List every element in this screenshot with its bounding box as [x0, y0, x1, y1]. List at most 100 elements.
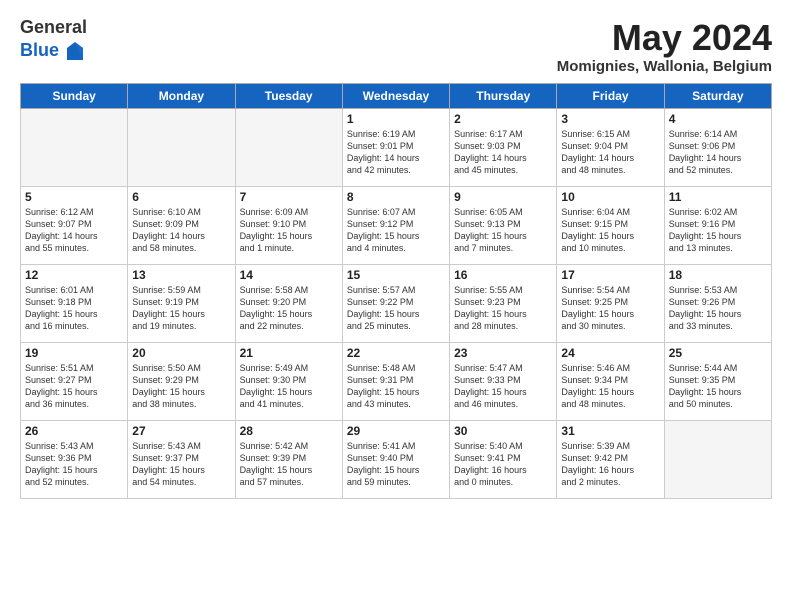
title-block: May 2024 Momignies, Wallonia, Belgium — [557, 18, 772, 75]
day-info: Sunrise: 6:17 AM Sunset: 9:03 PM Dayligh… — [454, 128, 552, 177]
day-number: 29 — [347, 424, 445, 438]
day-info: Sunrise: 5:51 AM Sunset: 9:27 PM Dayligh… — [25, 362, 123, 411]
calendar-cell: 23Sunrise: 5:47 AM Sunset: 9:33 PM Dayli… — [450, 342, 557, 420]
calendar-cell: 10Sunrise: 6:04 AM Sunset: 9:15 PM Dayli… — [557, 186, 664, 264]
day-header-friday: Friday — [557, 83, 664, 108]
day-number: 27 — [132, 424, 230, 438]
day-number: 21 — [240, 346, 338, 360]
calendar-cell: 7 Sunrise: 6:09 AM Sunset: 9:10 PM Daylig… — [235, 186, 342, 264]
day-number: 22 — [347, 346, 445, 360]
calendar-week-5: 26 Sunrise: 5:43 AM Sunset: 9:36 PM Dayli… — [21, 420, 772, 498]
day-info: Sunrise: 5:50 AM Sunset: 9:29 PM Dayligh… — [132, 362, 230, 411]
day-number: 13 — [132, 268, 230, 282]
calendar-cell: 16Sunrise: 5:55 AM Sunset: 9:23 PM Dayli… — [450, 264, 557, 342]
calendar-cell: 30Sunrise: 5:40 AM Sunset: 9:41 PM Dayli… — [450, 420, 557, 498]
day-info: Sunrise: 5:43 AM Sunset: 9:37 PM Dayligh… — [132, 440, 230, 489]
calendar-cell: 2 Sunrise: 6:17 AM Sunset: 9:03 PM Daylig… — [450, 108, 557, 186]
calendar-cell: 26 Sunrise: 5:43 AM Sunset: 9:36 PM Dayli… — [21, 420, 128, 498]
day-number: 11 — [669, 190, 767, 204]
logo-icon — [63, 40, 87, 64]
day-number: 20 — [132, 346, 230, 360]
calendar-cell: 25 Sunrise: 5:44 AM Sunset: 9:35 PM Dayli… — [664, 342, 771, 420]
day-header-sunday: Sunday — [21, 83, 128, 108]
calendar-header-row: SundayMondayTuesdayWednesdayThursdayFrid… — [21, 83, 772, 108]
calendar-week-3: 12Sunrise: 6:01 AM Sunset: 9:18 PM Dayli… — [21, 264, 772, 342]
calendar-cell: 28Sunrise: 5:42 AM Sunset: 9:39 PM Dayli… — [235, 420, 342, 498]
calendar-cell — [235, 108, 342, 186]
calendar-cell: 11 Sunrise: 6:02 AM Sunset: 9:16 PM Dayli… — [664, 186, 771, 264]
title-location: Momignies, Wallonia, Belgium — [557, 58, 772, 75]
day-number: 5 — [25, 190, 123, 204]
logo-blue: Blue — [20, 41, 59, 61]
day-info: Sunrise: 5:41 AM Sunset: 9:40 PM Dayligh… — [347, 440, 445, 489]
day-number: 10 — [561, 190, 659, 204]
day-info: Sunrise: 5:54 AM Sunset: 9:25 PM Dayligh… — [561, 284, 659, 333]
calendar-cell: 8Sunrise: 6:07 AM Sunset: 9:12 PM Daylig… — [342, 186, 449, 264]
day-number: 17 — [561, 268, 659, 282]
title-month: May 2024 — [557, 18, 772, 58]
day-number: 6 — [132, 190, 230, 204]
day-number: 14 — [240, 268, 338, 282]
calendar-cell: 17 Sunrise: 5:54 AM Sunset: 9:25 PM Dayli… — [557, 264, 664, 342]
calendar-cell: 5 Sunrise: 6:12 AM Sunset: 9:07 PM Daylig… — [21, 186, 128, 264]
day-number: 7 — [240, 190, 338, 204]
calendar-week-4: 19 Sunrise: 5:51 AM Sunset: 9:27 PM Dayli… — [21, 342, 772, 420]
day-info: Sunrise: 6:19 AM Sunset: 9:01 PM Dayligh… — [347, 128, 445, 177]
day-header-thursday: Thursday — [450, 83, 557, 108]
calendar-cell: 29 Sunrise: 5:41 AM Sunset: 9:40 PM Dayli… — [342, 420, 449, 498]
day-header-tuesday: Tuesday — [235, 83, 342, 108]
day-info: Sunrise: 5:49 AM Sunset: 9:30 PM Dayligh… — [240, 362, 338, 411]
calendar-cell: 24 Sunrise: 5:46 AM Sunset: 9:34 PM Dayli… — [557, 342, 664, 420]
day-info: Sunrise: 5:58 AM Sunset: 9:20 PM Dayligh… — [240, 284, 338, 333]
day-number: 12 — [25, 268, 123, 282]
calendar-cell: 13Sunrise: 5:59 AM Sunset: 9:19 PM Dayli… — [128, 264, 235, 342]
day-number: 3 — [561, 112, 659, 126]
page: General Blue May 2024 Momignies, Walloni… — [0, 0, 792, 612]
day-info: Sunrise: 6:15 AM Sunset: 9:04 PM Dayligh… — [561, 128, 659, 177]
logo: General Blue — [20, 18, 87, 64]
calendar-cell: 18Sunrise: 5:53 AM Sunset: 9:26 PM Dayli… — [664, 264, 771, 342]
day-info: Sunrise: 6:12 AM Sunset: 9:07 PM Dayligh… — [25, 206, 123, 255]
day-info: Sunrise: 6:02 AM Sunset: 9:16 PM Dayligh… — [669, 206, 767, 255]
day-number: 4 — [669, 112, 767, 126]
header: General Blue May 2024 Momignies, Walloni… — [20, 18, 772, 75]
day-info: Sunrise: 5:42 AM Sunset: 9:39 PM Dayligh… — [240, 440, 338, 489]
day-number: 24 — [561, 346, 659, 360]
day-number: 2 — [454, 112, 552, 126]
calendar-cell — [664, 420, 771, 498]
day-info: Sunrise: 6:09 AM Sunset: 9:10 PM Dayligh… — [240, 206, 338, 255]
calendar-week-2: 5 Sunrise: 6:12 AM Sunset: 9:07 PM Daylig… — [21, 186, 772, 264]
calendar-cell: 6 Sunrise: 6:10 AM Sunset: 9:09 PM Daylig… — [128, 186, 235, 264]
calendar-cell: 19 Sunrise: 5:51 AM Sunset: 9:27 PM Dayli… — [21, 342, 128, 420]
day-number: 8 — [347, 190, 445, 204]
calendar-cell — [128, 108, 235, 186]
day-info: Sunrise: 6:14 AM Sunset: 9:06 PM Dayligh… — [669, 128, 767, 177]
calendar-week-1: 1 Sunrise: 6:19 AM Sunset: 9:01 PM Daylig… — [21, 108, 772, 186]
calendar-cell: 22 Sunrise: 5:48 AM Sunset: 9:31 PM Dayli… — [342, 342, 449, 420]
day-number: 31 — [561, 424, 659, 438]
day-header-monday: Monday — [128, 83, 235, 108]
day-info: Sunrise: 5:44 AM Sunset: 9:35 PM Dayligh… — [669, 362, 767, 411]
day-number: 23 — [454, 346, 552, 360]
day-header-saturday: Saturday — [664, 83, 771, 108]
logo-text: General Blue — [20, 18, 87, 64]
calendar-cell: 27 Sunrise: 5:43 AM Sunset: 9:37 PM Dayli… — [128, 420, 235, 498]
day-info: Sunrise: 6:10 AM Sunset: 9:09 PM Dayligh… — [132, 206, 230, 255]
calendar-cell — [21, 108, 128, 186]
day-info: Sunrise: 5:53 AM Sunset: 9:26 PM Dayligh… — [669, 284, 767, 333]
calendar-cell: 20 Sunrise: 5:50 AM Sunset: 9:29 PM Dayli… — [128, 342, 235, 420]
day-number: 9 — [454, 190, 552, 204]
day-number: 26 — [25, 424, 123, 438]
day-info: Sunrise: 5:46 AM Sunset: 9:34 PM Dayligh… — [561, 362, 659, 411]
calendar-cell: 21 Sunrise: 5:49 AM Sunset: 9:30 PM Dayli… — [235, 342, 342, 420]
day-info: Sunrise: 5:39 AM Sunset: 9:42 PM Dayligh… — [561, 440, 659, 489]
day-info: Sunrise: 5:43 AM Sunset: 9:36 PM Dayligh… — [25, 440, 123, 489]
logo-general: General — [20, 18, 87, 38]
day-number: 1 — [347, 112, 445, 126]
calendar-cell: 31 Sunrise: 5:39 AM Sunset: 9:42 PM Dayli… — [557, 420, 664, 498]
calendar-cell: 14 Sunrise: 5:58 AM Sunset: 9:20 PM Dayli… — [235, 264, 342, 342]
day-number: 25 — [669, 346, 767, 360]
calendar-cell: 12Sunrise: 6:01 AM Sunset: 9:18 PM Dayli… — [21, 264, 128, 342]
day-number: 19 — [25, 346, 123, 360]
day-info: Sunrise: 5:48 AM Sunset: 9:31 PM Dayligh… — [347, 362, 445, 411]
